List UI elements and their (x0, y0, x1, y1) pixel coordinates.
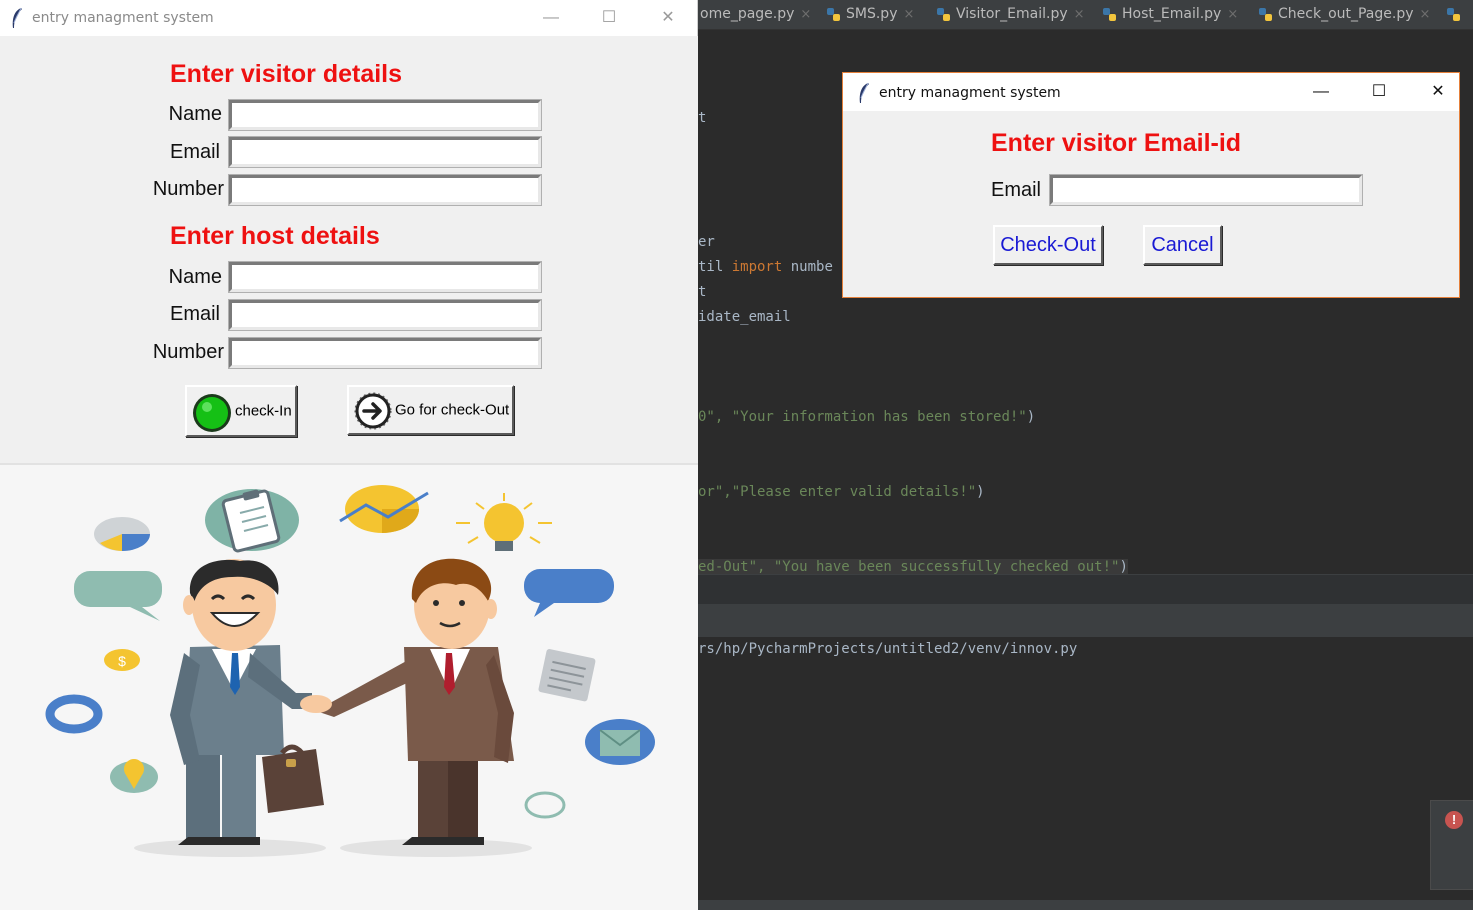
go-for-check-out-button[interactable]: Go for check-Out (347, 385, 514, 435)
tab-home-page[interactable]: ome_page.py × (698, 0, 811, 29)
run-toolbar (698, 604, 1473, 637)
close-button[interactable]: ✕ (1415, 78, 1461, 106)
svg-text:$: $ (118, 653, 126, 669)
tab-overflow[interactable] (1444, 0, 1466, 29)
business-handshake-illustration: $ (0, 465, 698, 910)
visitor-number-input[interactable] (228, 174, 542, 206)
host-name-input[interactable] (228, 261, 542, 293)
tab-close-icon[interactable]: × (1420, 7, 1431, 22)
tab-close-icon[interactable]: × (903, 7, 914, 22)
visitor-email-input[interactable] (228, 136, 542, 168)
run-console[interactable]: rs/hp/PycharmProjects/untitled2/venv/inn… (698, 637, 1473, 900)
dialog-title-bar[interactable]: entry managment system — ☐ ✕ (843, 73, 1459, 111)
tab-label: Visitor_Email.py (956, 6, 1068, 22)
arrow-right-circle-icon (354, 392, 392, 430)
visitor-heading: Enter visitor details (170, 60, 403, 88)
lightbulb-icon (456, 493, 552, 551)
check-out-button[interactable]: Check-Out (993, 225, 1103, 265)
mail-icon (585, 719, 655, 765)
window-title: entry managment system (32, 10, 214, 26)
visitor-number-label: Number (152, 178, 224, 200)
small-ring-icon (524, 791, 566, 819)
maximize-button[interactable]: ☐ (1356, 78, 1402, 106)
tab-label: SMS.py (846, 6, 898, 22)
cancel-button[interactable]: Cancel (1143, 225, 1222, 265)
tk-feather-icon (859, 82, 869, 103)
tab-close-icon[interactable]: × (800, 7, 811, 22)
host-email-input[interactable] (228, 299, 542, 331)
trend-chart-icon (339, 485, 429, 533)
host-email-label: Email (169, 303, 220, 325)
document-icon (538, 649, 596, 702)
tk-feather-icon (12, 7, 22, 28)
console-line: rs/hp/PycharmProjects/untitled2/venv/inn… (698, 641, 1078, 657)
host-number-label: Number (152, 341, 224, 363)
desktop: ome_page.py × SMS.py × Visitor_Email.py × H… (0, 0, 1473, 910)
speech-bubble-icon (74, 571, 162, 621)
minimize-button[interactable]: — (528, 4, 574, 32)
location-pin-icon (110, 759, 158, 793)
tab-sms[interactable]: SMS.py × (824, 0, 914, 29)
python-file-icon (1259, 8, 1272, 21)
error-notification[interactable]: ! (1430, 800, 1473, 890)
speech-bubble-icon (524, 569, 614, 617)
maximize-button[interactable]: ☐ (586, 4, 632, 32)
dialog-title: entry managment system (879, 85, 1061, 101)
tab-host-email[interactable]: Host_Email.py × (1100, 0, 1238, 29)
code-line: 0", "Your information has been stored!") (698, 409, 1036, 425)
check-in-button[interactable]: check-In (185, 385, 297, 437)
tab-label: Check_out_Page.py (1278, 6, 1414, 22)
close-button[interactable]: ✕ (645, 4, 691, 32)
editor-tab-bar: ome_page.py × SMS.py × Visitor_Email.py × H… (698, 0, 1473, 30)
dialog-email-label: Email (990, 179, 1041, 201)
tab-label: ome_page.py (700, 6, 795, 22)
main-window: entry managment system — ☐ ✕ Enter visit… (0, 0, 698, 910)
right-businessman (316, 558, 514, 845)
python-file-icon (1103, 8, 1116, 21)
tab-close-icon[interactable]: × (1227, 7, 1238, 22)
status-bar (698, 900, 1473, 910)
tab-label: Host_Email.py (1122, 6, 1222, 22)
host-heading: Enter host details (170, 222, 380, 250)
code-line: idate_email (698, 309, 791, 325)
visitor-email-label: Email (169, 141, 220, 163)
code-line: t (698, 110, 707, 126)
tab-check-out-page[interactable]: Check_out_Page.py × (1256, 0, 1431, 29)
ring-icon (45, 694, 103, 734)
clipboard-icon (205, 489, 299, 553)
main-title-bar[interactable]: entry managment system — ☐ ✕ (0, 0, 697, 36)
python-file-icon (1447, 8, 1460, 21)
go-for-check-out-label: Go for check-Out (395, 401, 510, 419)
dialog-heading: Enter visitor Email-id (991, 129, 1242, 157)
host-name-label: Name (168, 266, 222, 288)
python-file-icon (827, 8, 840, 21)
checkout-dialog: entry managment system — ☐ ✕ Enter visit… (842, 72, 1460, 298)
coin-icon: $ (104, 649, 140, 671)
panel-divider[interactable] (698, 574, 1473, 604)
check-in-label: check-In (235, 402, 292, 420)
error-icon: ! (1445, 811, 1463, 829)
minimize-button[interactable]: — (1298, 78, 1344, 106)
handshake-illustration-svg: $ (45, 485, 655, 857)
code-line-highlighted: ed-Out", "You have been successfully che… (698, 559, 1128, 575)
dialog-email-input[interactable] (1049, 174, 1363, 206)
visitor-name-label: Name (168, 103, 222, 125)
code-line: or","Please enter valid details!") (698, 484, 985, 500)
tab-visitor-email[interactable]: Visitor_Email.py × (934, 0, 1085, 29)
host-number-input[interactable] (228, 337, 542, 369)
code-line: til import numbe (698, 259, 833, 275)
pie-chart-icon (94, 517, 150, 551)
python-file-icon (937, 8, 950, 21)
code-line: t (698, 284, 707, 300)
handshake-hands (300, 695, 332, 713)
green-light-icon (193, 394, 231, 432)
code-line: er (698, 234, 715, 250)
visitor-name-input[interactable] (228, 99, 542, 131)
tab-close-icon[interactable]: × (1074, 7, 1085, 22)
